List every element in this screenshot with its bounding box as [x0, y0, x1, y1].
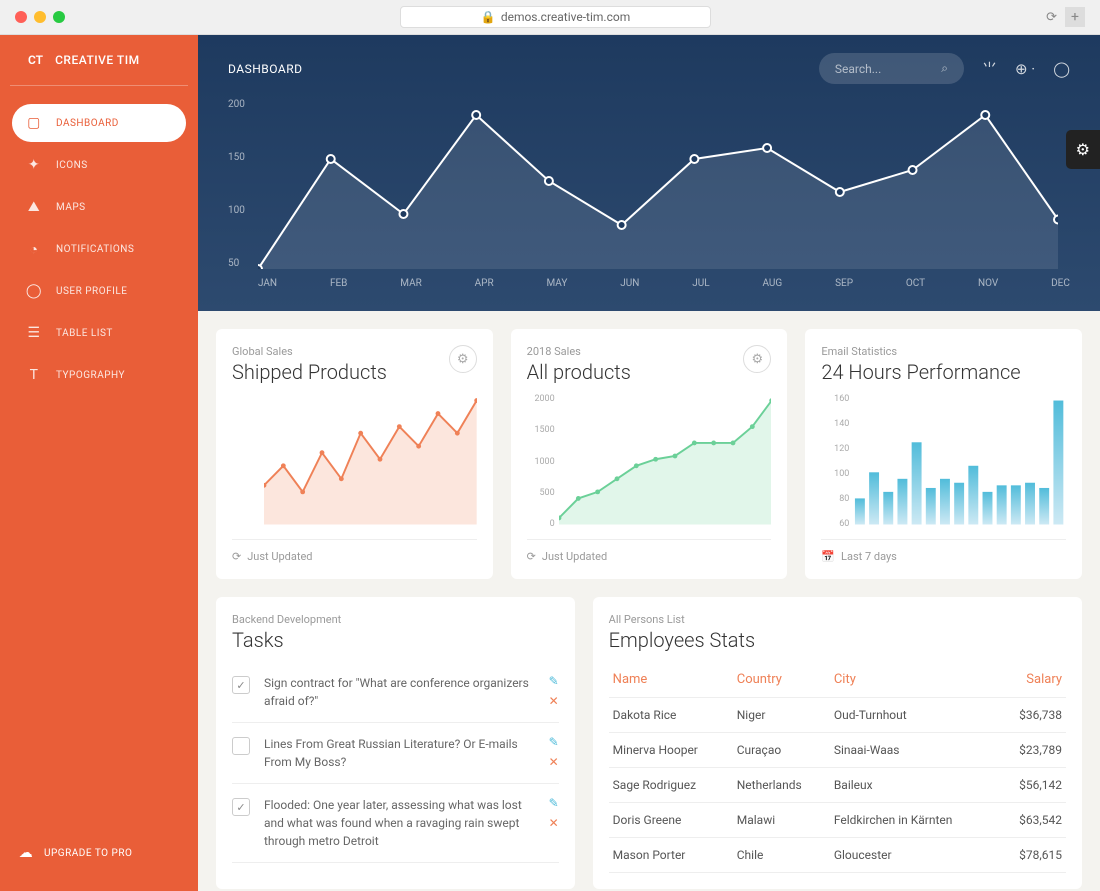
delete-icon[interactable]: ✕	[549, 694, 559, 708]
card-title: Employees Stats	[609, 628, 1066, 652]
upgrade-button[interactable]: ☁ UPGRADE TO PRO	[0, 833, 198, 873]
search-icon: ⌕	[941, 61, 948, 76]
nav-icon: ☰	[26, 325, 42, 341]
card-tasks: Backend Development Tasks ✓ Sign contract…	[216, 597, 575, 889]
card-footer: Last 7 days	[841, 550, 897, 563]
url-text: demos.creative-tim.com	[501, 10, 630, 24]
nav-icon: ▢	[26, 115, 42, 131]
task-row: ✓ Sign contract for "What are conference …	[232, 662, 559, 723]
task-row: Lines From Great Russian Literature? Or …	[232, 723, 559, 784]
card-title: 24 Hours Performance	[821, 360, 1066, 384]
table-row: Sage RodriguezNetherlandsBaileux$56,142	[609, 768, 1066, 803]
edit-icon[interactable]: ✎	[549, 735, 559, 749]
brand-label: CREATIVE TIM	[55, 53, 140, 67]
nav-icon: T	[26, 367, 42, 383]
new-tab-button[interactable]: +	[1065, 7, 1085, 27]
window-maximize-icon[interactable]	[53, 11, 65, 23]
card-overline: Backend Development	[232, 613, 559, 626]
window-minimize-icon[interactable]	[34, 11, 46, 23]
user-icon[interactable]: ◯	[1053, 60, 1070, 78]
nav-label: DASHBOARD	[56, 118, 119, 129]
nav-icon: ✦	[26, 157, 42, 173]
card-title: Tasks	[232, 628, 559, 652]
task-text: Sign contract for "What are conference o…	[264, 674, 535, 710]
nav-label: TABLE LIST	[56, 328, 113, 339]
refresh-icon: ⟳	[527, 550, 536, 563]
sidebar-item-typography[interactable]: T TYPOGRAPHY	[12, 356, 186, 394]
table-header: Salary	[998, 662, 1066, 698]
nav-label: USER PROFILE	[56, 286, 127, 297]
cloud-download-icon: ☁	[18, 845, 34, 861]
task-text: Flooded: One year later, assessing what …	[264, 796, 535, 850]
table-header: Name	[609, 662, 733, 698]
table-header: Country	[733, 662, 830, 698]
edit-icon[interactable]: ✎	[549, 796, 559, 810]
url-bar[interactable]: 🔒 demos.creative-tim.com	[400, 6, 711, 28]
nav-label: TYPOGRAPHY	[56, 370, 125, 381]
task-row: ✓ Flooded: One year later, assessing what…	[232, 784, 559, 863]
activity-icon[interactable]: ⺌	[982, 58, 997, 79]
card-performance: Email Statistics 24 Hours Performance 16…	[805, 329, 1082, 579]
table-row: Mason PorterChileGloucester$78,615	[609, 838, 1066, 873]
nav-label: MAPS	[56, 202, 86, 213]
nav-icon: ⛰	[26, 199, 42, 215]
delete-icon[interactable]: ✕	[549, 816, 559, 830]
sidebar-item-table-list[interactable]: ☰ TABLE LIST	[12, 314, 186, 352]
gear-icon: ⚙	[457, 352, 469, 367]
task-checkbox[interactable]: ✓	[232, 798, 250, 816]
page-title: DASHBOARD	[228, 62, 302, 76]
table-header: City	[830, 662, 998, 698]
card-overline: Email Statistics	[821, 345, 1066, 358]
main-chart: 20015010050 JANFEBMARAPRMAYJUNJULAUGSEPO…	[228, 99, 1070, 289]
lock-icon: 🔒	[481, 10, 496, 24]
card-settings-button[interactable]: ⚙	[743, 345, 771, 373]
table-row: Minerva HooperCuraçaoSinaai-Waas$23,789	[609, 733, 1066, 768]
nav-icon: ◯	[26, 283, 42, 299]
edit-icon[interactable]: ✎	[549, 674, 559, 688]
nav-label: NOTIFICATIONS	[56, 244, 134, 255]
nav-label: ICONS	[56, 160, 88, 171]
card-overline: All Persons List	[609, 613, 1066, 626]
card-shipped: Global Sales Shipped Products ⚙ ⟳ Just Up…	[216, 329, 493, 579]
card-settings-button[interactable]: ⚙	[449, 345, 477, 373]
sidebar: CT CREATIVE TIM ▢ DASHBOARD ✦ ICONS ⛰ MAPS ◔ NO…	[0, 35, 198, 891]
gear-icon: ⚙	[1076, 140, 1090, 159]
card-overline: 2018 Sales	[527, 345, 631, 358]
browser-chrome: 🔒 demos.creative-tim.com ⟳ +	[0, 0, 1100, 35]
card-title: All products	[527, 360, 631, 384]
brand-logo: CT	[28, 53, 43, 67]
card-products: 2018 Sales All products ⚙ 20001500100050…	[511, 329, 788, 579]
sidebar-item-user-profile[interactable]: ◯ USER PROFILE	[12, 272, 186, 310]
refresh-icon: ⟳	[232, 550, 241, 563]
card-overline: Global Sales	[232, 345, 387, 358]
delete-icon[interactable]: ✕	[549, 755, 559, 769]
sidebar-item-icons[interactable]: ✦ ICONS	[12, 146, 186, 184]
sidebar-item-maps[interactable]: ⛰ MAPS	[12, 188, 186, 226]
card-footer: Just Updated	[542, 550, 607, 563]
hero-panel: DASHBOARD Search... ⌕ ⺌ ⊕ · ◯ ⚙ 20015010…	[198, 35, 1100, 311]
search-placeholder: Search...	[835, 62, 881, 76]
task-checkbox[interactable]: ✓	[232, 676, 250, 694]
table-row: Doris GreeneMalawiFeldkirchen in Kärnten…	[609, 803, 1066, 838]
globe-icon[interactable]: ⊕ ·	[1015, 60, 1035, 78]
upgrade-label: UPGRADE TO PRO	[44, 848, 132, 859]
window-close-icon[interactable]	[15, 11, 27, 23]
nav-icon: ◔	[26, 241, 42, 257]
brand[interactable]: CT CREATIVE TIM	[10, 53, 188, 86]
calendar-icon: 📅	[821, 550, 835, 563]
settings-float-button[interactable]: ⚙	[1066, 130, 1100, 169]
card-title: Shipped Products	[232, 360, 387, 384]
reload-icon[interactable]: ⟳	[1046, 10, 1057, 25]
employees-table: NameCountryCitySalary Dakota RiceNigerOu…	[609, 662, 1066, 873]
task-checkbox[interactable]	[232, 737, 250, 755]
sidebar-item-notifications[interactable]: ◔ NOTIFICATIONS	[12, 230, 186, 268]
gear-icon: ⚙	[752, 352, 764, 367]
table-row: Dakota RiceNigerOud-Turnhout$36,738	[609, 698, 1066, 733]
task-text: Lines From Great Russian Literature? Or …	[264, 735, 535, 771]
sidebar-item-dashboard[interactable]: ▢ DASHBOARD	[12, 104, 186, 142]
search-input[interactable]: Search... ⌕	[819, 53, 964, 84]
card-employees: All Persons List Employees Stats NameCou…	[593, 597, 1082, 889]
card-footer: Just Updated	[247, 550, 312, 563]
